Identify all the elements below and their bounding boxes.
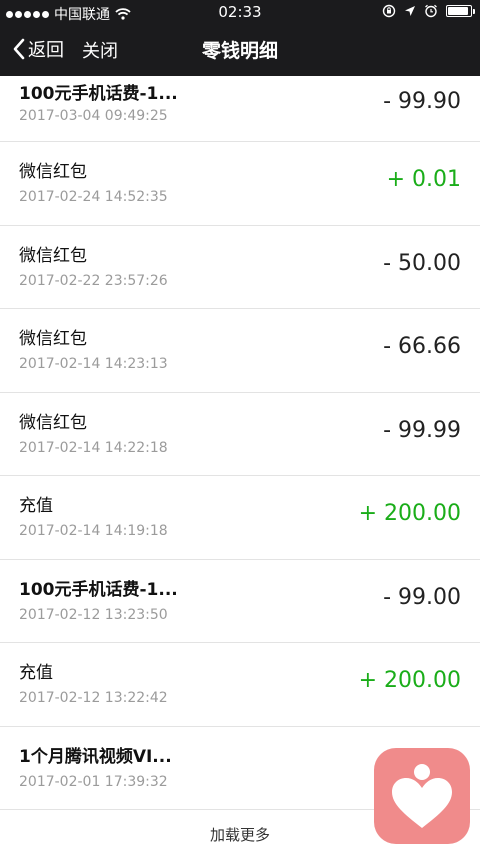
- transaction-date: 2017-02-14 14:23:13: [19, 356, 168, 372]
- transaction-amount: + 200.00: [358, 501, 461, 526]
- transaction-date: 2017-02-12 13:22:42: [19, 690, 168, 706]
- transaction-row[interactable]: 微信红包 2017-02-24 14:52:35 + 0.01: [0, 142, 480, 226]
- status-right: [382, 4, 475, 18]
- transaction-date: 2017-02-14 14:19:18: [19, 523, 168, 539]
- transaction-amount: - 50.00: [383, 250, 461, 276]
- transaction-date: 2017-02-12 13:23:50: [19, 606, 168, 623]
- transaction-date: 2017-02-14 14:22:18: [19, 439, 168, 456]
- transaction-date: 2017-02-01 17:39:32: [19, 773, 168, 790]
- close-button[interactable]: 关闭: [82, 37, 118, 63]
- transaction-amount: - 99.99: [383, 417, 461, 443]
- transaction-title: 1个月腾讯视频VI...: [19, 746, 172, 767]
- transaction-amount: - 99.00: [383, 584, 461, 610]
- transaction-title: 微信红包: [19, 329, 87, 349]
- transaction-amount: - 99.90: [383, 89, 461, 114]
- back-button[interactable]: 返回: [12, 36, 64, 62]
- transaction-date: 2017-02-24 14:52:35: [19, 189, 168, 205]
- transaction-title: 100元手机话费-1...: [19, 84, 178, 104]
- status-bar: 中国联通 02:33: [0, 0, 480, 24]
- heart-person-icon: [392, 764, 452, 828]
- page-title: 零钱明细: [201, 40, 278, 62]
- nav-bar: 返回 关闭 零钱明细: [0, 24, 480, 76]
- battery-icon: [446, 5, 475, 17]
- transaction-list: 100元手机话费-1... 2017-03-04 09:49:25 - 99.9…: [0, 76, 480, 810]
- transaction-date: 2017-02-22 23:57:26: [19, 272, 168, 289]
- transaction-amount: + 0.01: [386, 167, 461, 192]
- transaction-amount: + 200.00: [358, 668, 461, 693]
- rotation-lock-icon: [382, 4, 396, 18]
- floating-app-button[interactable]: [374, 748, 470, 844]
- transaction-row[interactable]: 微信红包 2017-02-14 14:22:18 - 99.99: [0, 392, 480, 476]
- transaction-row[interactable]: 微信红包 2017-02-22 23:57:26 - 50.00: [0, 225, 480, 309]
- transaction-title: 微信红包: [19, 245, 87, 266]
- transaction-title: 充值: [19, 496, 53, 516]
- transaction-row[interactable]: 微信红包 2017-02-14 14:23:13 - 66.66: [0, 309, 480, 393]
- transaction-title: 微信红包: [19, 412, 87, 433]
- alarm-icon: [425, 4, 437, 18]
- transaction-title: 100元手机话费-1...: [19, 579, 178, 600]
- transaction-amount: - 66.66: [383, 334, 461, 359]
- transaction-row[interactable]: 充值 2017-02-14 14:19:18 + 200.00: [0, 476, 480, 560]
- back-label: 返回: [28, 40, 64, 61]
- transaction-row[interactable]: 100元手机话费-1... 2017-02-12 13:23:50 - 99.0…: [0, 559, 480, 643]
- transaction-date: 2017-03-04 09:49:25: [19, 108, 168, 124]
- transaction-title: 微信红包: [19, 162, 87, 182]
- transaction-row[interactable]: 100元手机话费-1... 2017-03-04 09:49:25 - 99.9…: [0, 76, 480, 142]
- transaction-title: 充值: [19, 663, 53, 683]
- location-arrow-icon: [405, 6, 415, 16]
- transaction-row[interactable]: 充值 2017-02-12 13:22:42 + 200.00: [0, 643, 480, 727]
- chevron-left-icon: [13, 38, 25, 60]
